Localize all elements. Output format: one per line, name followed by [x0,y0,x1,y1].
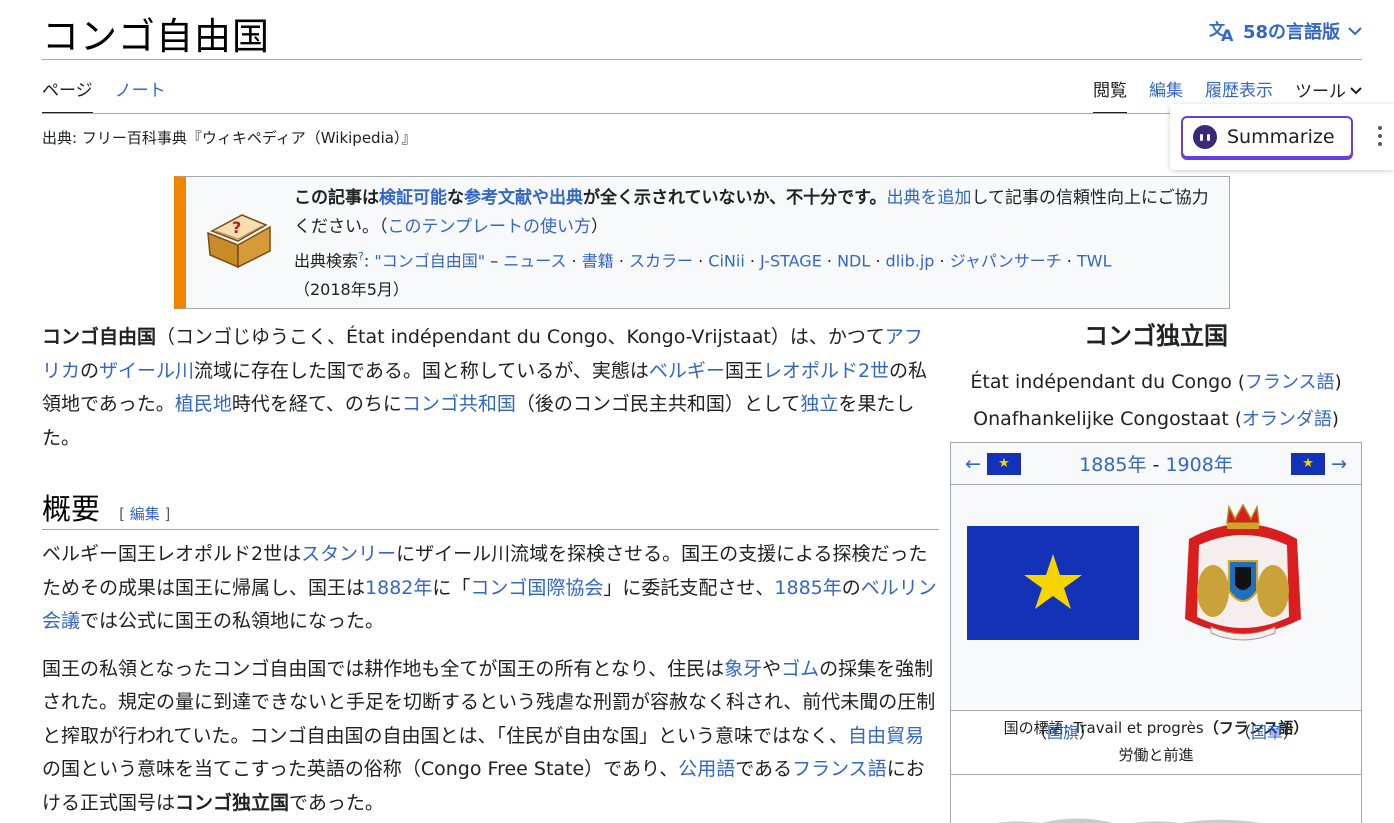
arrow-right-icon: → [1331,452,1347,475]
summarize-panel: Summarize [1170,104,1394,170]
notice-bold: この記事は [294,188,379,208]
infobox-title: コンゴ独立国 [1084,322,1228,350]
link-republic-of-congo[interactable]: コンゴ共和国 [402,393,516,415]
translate-icon: 文A [1209,20,1235,42]
congo-free-state-flag[interactable] [967,526,1139,640]
chevron-down-icon [1350,80,1362,100]
notice-bold: な [447,188,464,208]
search-link-jstage[interactable]: J-STAGE [760,251,822,270]
link-1885[interactable]: 1885年 [774,577,841,599]
tab-talk[interactable]: ノート [115,76,166,114]
link-1882[interactable]: 1882年 [365,577,432,599]
link-international-association-of-the-congo[interactable]: コンゴ国際協会 [470,577,603,599]
location-map[interactable] [951,775,1361,823]
infobox-images: （国旗） （国章） [951,485,1361,742]
notice-close: ） [591,217,608,237]
link-dutch-language[interactable]: オランダ語 [1242,409,1332,430]
search-link-books[interactable]: 書籍 [582,251,614,270]
section-edit-link[interactable]: 編集 [130,505,160,523]
coat-caption: （国章） [1235,723,1300,742]
search-link-scholar[interactable]: スカラー [629,251,693,270]
svg-text:A: A [1221,26,1234,42]
link-coat-of-arms[interactable]: 国章 [1251,723,1283,742]
previous-state-link[interactable]: ← ★ [965,452,1021,475]
article-lead: コンゴ自由国（コンゴじゆうこく、État indépendant du Cong… [42,321,937,465]
source-search-row: 出典検索?: "コンゴ自由国" – ニュース · 書籍 · スカラー · CiN… [294,250,1112,300]
article-body: ベルギー国王レオポルド2世はスタンリーにザイール川流域を探検させる。国王の支援に… [42,538,937,823]
summarize-icon [1193,125,1217,149]
bold-congo-independent-state: コンゴ独立国 [175,791,290,814]
link-french-language[interactable]: フランス語 [1245,372,1335,393]
link-year-start[interactable]: 1885年 [1079,454,1146,476]
arrow-left-icon: ← [965,452,981,475]
page-title: コンゴ自由国 [42,15,270,58]
add-citation-link[interactable]: 出典を追加 [886,188,971,208]
lead-bold-title: コンゴ自由国 [42,326,157,348]
tabs-divider [42,113,1362,114]
infobox-succession-nav: ← ★ 1885年 - 1908年 ★ → [951,443,1361,485]
link-stanley[interactable]: スタンリー [301,543,396,565]
infobox-name-french: État indépendant du Congo (フランス語) [970,371,1342,393]
infobox-name-dutch: Onafhankelijke Congostaat (オランダ語) [973,408,1339,430]
template-usage-link[interactable]: このテンプレートの使い方 [388,217,592,237]
section-title: 概要 [42,492,101,526]
body-paragraph: ベルギー国王レオポルド2世はスタンリーにザイール川流域を探検させる。国王の支援に… [42,543,937,632]
link-leopold-ii[interactable]: レオポルド2世 [763,360,889,382]
search-link-cinii[interactable]: CiNii [708,251,744,270]
tab-read[interactable]: 閲覧 [1093,76,1127,114]
link-independence[interactable]: 独立 [800,393,838,415]
coat-of-arms-image[interactable] [1181,499,1305,659]
infobox-motto: 国の標語: Travail et progrès（フランス語） 労働と前進 [951,711,1361,775]
link-free-trade[interactable]: 自由貿易 [848,725,924,747]
link-colony[interactable]: 植民地 [175,393,232,415]
source-search-colon: : [363,251,375,271]
book-question-icon: ? [204,211,274,273]
notice-text: この記事は検証可能な参考文献や出典が全く示されていないか、不十分です。出典を追加… [294,184,1221,304]
language-selector-button[interactable]: 文A 58の言語版 [1209,18,1362,44]
source-search-query-link[interactable]: "コンゴ自由国" [374,251,485,270]
source-search-label: 出典検索 [294,251,359,271]
link-zaire-river[interactable]: ザイール川 [99,360,194,382]
tools-label: ツール [1295,82,1346,102]
search-link-japansearch[interactable]: ジャパンサーチ [950,251,1062,270]
link-year-end[interactable]: 1908年 [1165,454,1232,476]
search-link-dlib[interactable]: dlib.jp [886,251,935,270]
more-options-icon[interactable] [1378,126,1382,146]
tab-page[interactable]: ページ [42,76,93,114]
flag-caption: （国旗） [1031,723,1096,742]
search-link-ndl[interactable]: NDL [837,251,870,270]
link-belgium[interactable]: ベルギー [649,360,725,382]
next-state-link[interactable]: ★ → [1291,452,1347,475]
period-range: 1885年 - 1908年 [1079,454,1233,476]
link-french[interactable]: フランス語 [792,758,887,780]
citation-needed-notice: ? この記事は検証可能な参考文献や出典が全く示されていないか、不十分です。出典を… [174,176,1230,309]
summarize-label: Summarize [1227,126,1335,148]
title-divider [42,59,1362,60]
search-link-twl[interactable]: TWL [1077,251,1112,270]
link-national-flag[interactable]: 国旗 [1047,723,1079,742]
language-count-label: 58の言語版 [1242,22,1340,43]
summarize-button[interactable]: Summarize [1181,116,1353,158]
svg-text:?: ? [232,218,241,237]
infobox: ← ★ 1885年 - 1908年 ★ → （国旗） （国章） 国の標語: Tr… [950,442,1362,823]
references-link[interactable]: 参考文献や出典 [464,188,583,208]
chevron-down-icon [1348,26,1362,36]
flag-icon: ★ [986,452,1021,475]
lead-paragraph: コンゴ自由国（コンゴじゆうこく、État indépendant du Cong… [42,326,928,449]
link-official-language[interactable]: 公用語 [678,758,735,780]
verifiability-link[interactable]: 検証可能 [379,188,447,208]
link-ivory[interactable]: 象牙 [724,658,762,680]
notice-date: （2018年5月） [294,280,409,300]
motto-translation: 労働と前進 [1118,746,1194,764]
section-heading-overview: 概要 [ 編集 ] [42,486,939,530]
site-sub: 出典: フリー百科事典『ウィキペディア（Wikipedia）』 [42,129,417,147]
section-edit: [ 編集 ] [119,505,171,523]
namespace-tabs: ページ ノート [42,76,166,114]
flag-icon: ★ [1291,452,1326,475]
body-paragraph: 国王の私領となったコンゴ自由国では耕作地も全てが国王の所有となり、住民は象牙やゴ… [42,657,936,814]
search-link-news[interactable]: ニュース [503,251,566,270]
link-rubber[interactable]: ゴム [781,658,819,680]
notice-bold: が全く示されていないか、不十分です。 [583,188,887,208]
